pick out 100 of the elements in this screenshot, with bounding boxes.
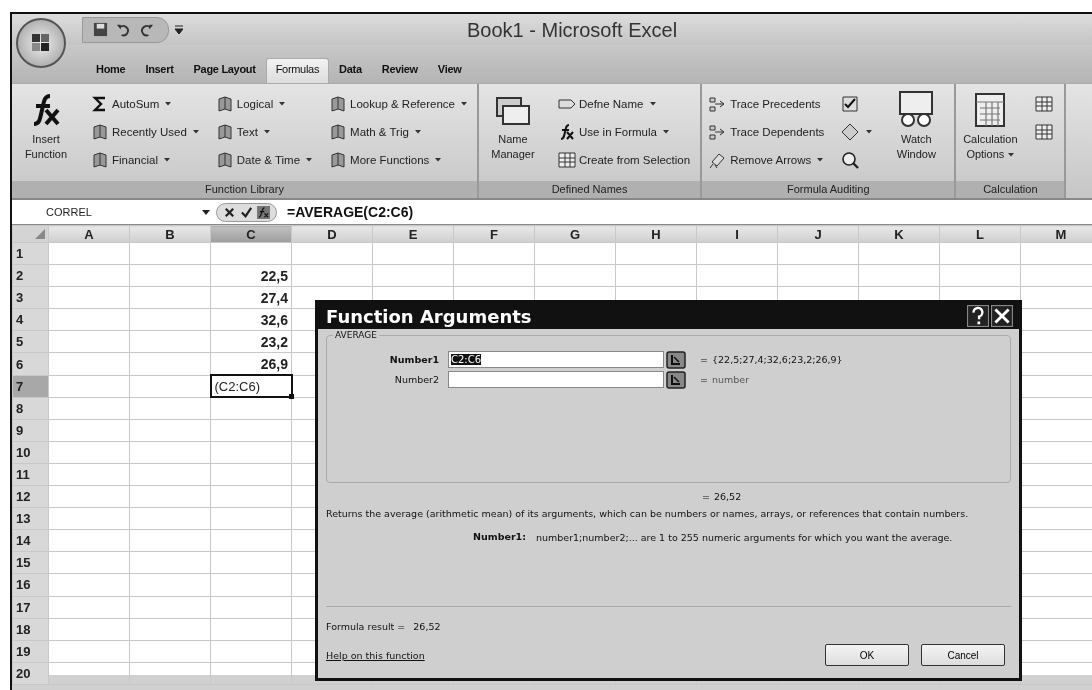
redo-icon[interactable] <box>139 22 154 37</box>
row-header[interactable]: 14 <box>12 529 49 552</box>
ribbon-button[interactable]: Watch Window <box>886 90 947 162</box>
argument-field[interactable]: C2:C6 <box>448 351 664 368</box>
collapse-dialog-icon[interactable] <box>666 350 686 369</box>
column-header[interactable]: A <box>48 225 130 243</box>
formula-input[interactable]: =AVERAGE(C2:C6) <box>287 204 414 220</box>
column-header[interactable]: K <box>858 225 940 243</box>
row-header[interactable]: 13 <box>12 507 49 530</box>
function-name: AVERAGE <box>333 330 379 340</box>
row-header[interactable]: 16 <box>12 573 49 596</box>
column-header[interactable]: L <box>939 225 1021 243</box>
row-header[interactable]: 20 <box>12 662 49 685</box>
column-header[interactable]: M <box>1020 225 1092 243</box>
row-header[interactable]: 1 <box>12 242 49 265</box>
argument-field[interactable] <box>448 371 664 388</box>
ribbon-button[interactable]: Remove Arrows <box>706 146 827 173</box>
book-icon <box>90 149 110 170</box>
argument-label: Number2 <box>393 374 439 385</box>
column-header[interactable]: J <box>777 225 859 243</box>
ribbon-button[interactable]: More Functions <box>326 146 469 173</box>
ribbon-button[interactable]: Recently Used <box>88 118 201 145</box>
column-header[interactable]: B <box>129 225 211 243</box>
ribbon-button[interactable]: Date & Time <box>212 146 315 173</box>
checkmark-icon[interactable] <box>240 205 253 219</box>
column-header[interactable]: D <box>291 225 373 243</box>
formula-result-label: Formula result = <box>326 621 406 632</box>
ribbon-tab[interactable]: Formulas <box>265 58 330 83</box>
column-header[interactable]: E <box>372 225 454 243</box>
name-box[interactable]: CORREL <box>12 206 182 218</box>
ribbon-tab[interactable]: Review <box>371 58 428 83</box>
row-header[interactable]: 3 <box>12 286 49 309</box>
row-header[interactable]: 17 <box>12 596 49 619</box>
row-header[interactable]: 12 <box>12 485 49 508</box>
row-header[interactable]: 10 <box>12 441 49 464</box>
ribbon-tab[interactable]: Insert <box>135 58 184 83</box>
ok-button[interactable]: OK <box>825 644 909 666</box>
table-cell[interactable]: 32,6 <box>210 308 292 331</box>
ribbon-button[interactable]: Defne Name <box>554 90 693 117</box>
row-header[interactable]: 5 <box>12 330 49 353</box>
equals-sign: = <box>702 491 711 503</box>
dialog-title: Function Arguments <box>326 305 532 327</box>
table-cell[interactable]: 23,2 <box>210 330 292 353</box>
save-icon[interactable] <box>93 22 108 37</box>
column-header[interactable]: C <box>210 225 292 243</box>
table-cell[interactable]: 27,4 <box>210 286 292 309</box>
ribbon-button[interactable]: Insert Function <box>16 90 76 162</box>
argument-label: Number1 <box>388 354 439 365</box>
row-header[interactable]: 6 <box>12 352 49 376</box>
column-header[interactable]: I <box>696 225 778 243</box>
collapse-dialog-icon[interactable] <box>666 370 686 389</box>
ribbon-button[interactable]: Financial <box>88 146 201 173</box>
row-header[interactable]: 4 <box>12 308 49 331</box>
fx-icon[interactable] <box>257 205 270 219</box>
column-header[interactable]: H <box>615 225 697 243</box>
ribbon-button[interactable]: Math & Trig <box>326 118 469 145</box>
ribbon-button[interactable]: Lookup & Reference <box>326 90 469 117</box>
table-icon <box>556 149 577 170</box>
undo-icon[interactable] <box>116 22 131 37</box>
customize-toolbar-icon[interactable] <box>175 24 183 35</box>
table-cell[interactable]: 22,5 <box>210 264 292 287</box>
row-header[interactable]: 7 <box>12 375 49 398</box>
ribbon-button[interactable]: Create from Selection <box>554 146 693 173</box>
argument-help-text: number1;number2;... are 1 to 255 numeric arguments for which you want the average. <box>536 531 953 545</box>
close-icon[interactable] <box>991 305 1013 327</box>
group-label: Defined Names <box>478 181 701 198</box>
ribbon-button[interactable]: Trace Precedents <box>706 90 827 117</box>
cancel-icon[interactable] <box>223 205 236 219</box>
ribbon-button[interactable]: Trace Dependents <box>706 118 827 145</box>
help-icon[interactable] <box>967 305 989 327</box>
dropdown-arrow-icon[interactable] <box>202 209 210 215</box>
column-header[interactable]: G <box>534 225 616 243</box>
help-link[interactable]: Help on this function <box>326 649 425 661</box>
ribbon-button[interactable]: Use in Formula <box>554 118 693 145</box>
book-icon <box>90 121 110 142</box>
ribbon-button[interactable]: Logical <box>212 90 315 117</box>
ribbon-button[interactable]: Name Manager <box>482 90 543 162</box>
active-cell[interactable]: (C2:C6) <box>210 375 292 398</box>
ribbon-button[interactable]: AutoSum <box>88 90 201 117</box>
checkmark-icon <box>840 93 861 114</box>
row-header[interactable]: 9 <box>12 419 49 442</box>
ribbon-tab[interactable]: Data <box>329 58 372 83</box>
ribbon-tab[interactable]: Home <box>86 58 136 83</box>
row-header[interactable]: 8 <box>12 397 49 420</box>
window-title: Book1 - Microsoft Excel <box>467 19 678 42</box>
row-header[interactable]: 2 <box>12 264 49 287</box>
row-header[interactable]: 18 <box>12 618 49 641</box>
ribbon-tab[interactable]: Page Layout <box>183 58 266 83</box>
ribbon-button[interactable]: Text <box>212 118 315 145</box>
group-label: Calculation <box>956 181 1065 198</box>
row-header[interactable]: 11 <box>12 463 49 486</box>
formula-result-value: 26,52 <box>413 621 441 632</box>
row-header[interactable]: 19 <box>12 640 49 663</box>
diamond-icon <box>840 121 861 142</box>
ribbon-button[interactable]: Calculation Options <box>960 90 1021 162</box>
column-header[interactable]: F <box>453 225 535 243</box>
ribbon-tab[interactable]: View <box>427 58 472 83</box>
argument-result: number <box>712 374 750 385</box>
row-header[interactable]: 15 <box>12 551 49 574</box>
cancel-button[interactable]: Cancel <box>921 644 1005 666</box>
